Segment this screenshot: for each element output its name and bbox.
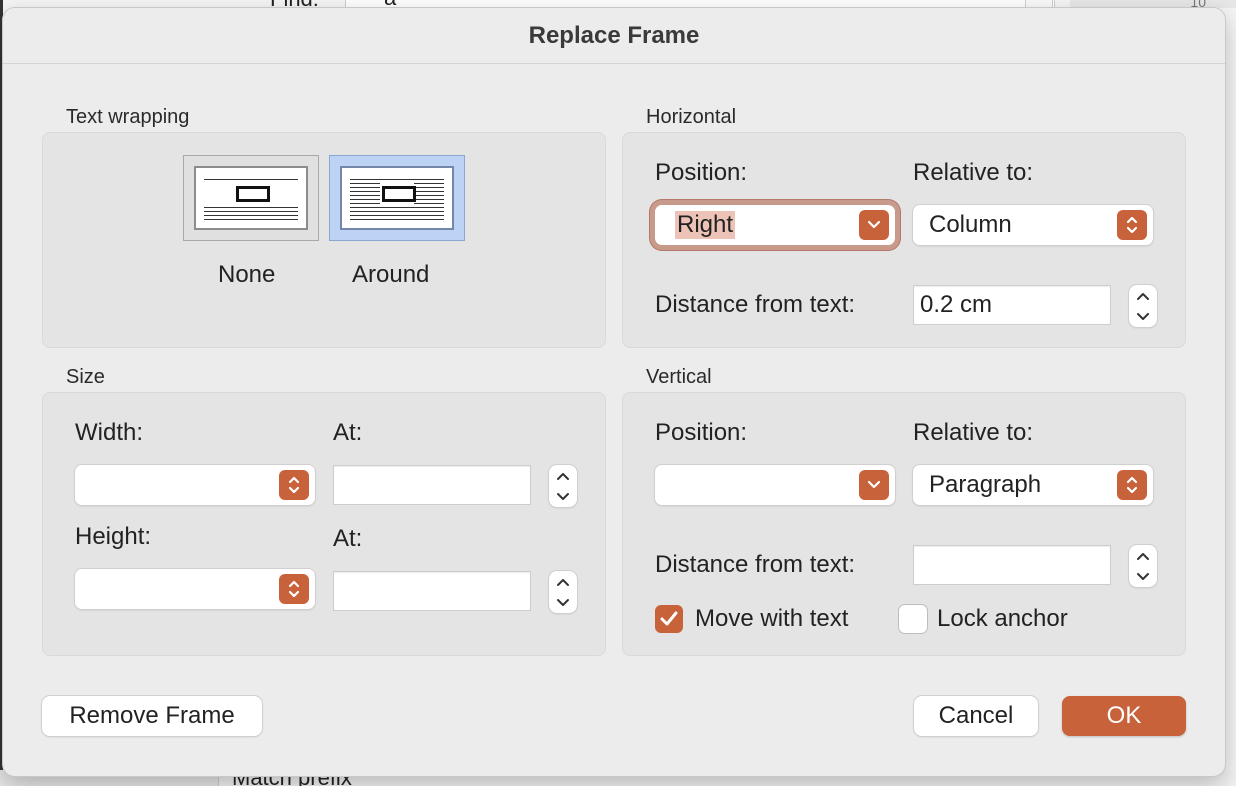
stepper-down-icon[interactable] (549, 486, 577, 507)
height-select[interactable] (75, 569, 315, 609)
chevron-updown-icon (1117, 470, 1147, 500)
horizontal-relative-select[interactable]: Column (913, 205, 1153, 245)
lock-anchor-checkbox[interactable] (899, 605, 927, 633)
horizontal-position-label: Position: (655, 159, 748, 186)
chevron-updown-icon (279, 574, 309, 604)
move-with-text-checkbox[interactable] (655, 605, 683, 633)
stepper-up-icon[interactable] (1129, 545, 1157, 566)
height-at-label: At: (333, 525, 363, 552)
vertical-relative-value: Paragraph (929, 471, 1042, 498)
horizontal-position-select[interactable]: Right (655, 205, 895, 245)
chevron-updown-icon (1117, 210, 1147, 240)
width-select[interactable] (75, 465, 315, 505)
stepper-down-icon[interactable] (1129, 306, 1157, 327)
width-at-label: At: (333, 419, 363, 446)
ok-button[interactable]: OK (1062, 696, 1186, 736)
horizontal-distance-stepper[interactable] (1129, 285, 1157, 327)
vertical-relative-label: Relative to: (913, 419, 1034, 446)
dialog-title: Replace Frame (528, 21, 700, 49)
vertical-relative-select[interactable]: Paragraph (913, 465, 1153, 505)
vertical-group: Position: Relative to: Paragraph Distanc… (622, 392, 1186, 656)
frame-icon (236, 186, 270, 202)
chevron-updown-icon (279, 470, 309, 500)
horizontal-distance-label: Distance from text: (655, 291, 856, 318)
chevron-down-icon (859, 210, 889, 240)
text-wrapping-label: Text wrapping (66, 106, 190, 128)
height-at-input[interactable] (334, 572, 530, 610)
move-with-text-label[interactable]: Move with text (695, 605, 848, 633)
lock-anchor-label[interactable]: Lock anchor (937, 605, 1068, 633)
vertical-distance-label: Distance from text: (655, 551, 856, 578)
vertical-position-select[interactable] (655, 465, 895, 505)
vertical-distance-input[interactable] (914, 546, 1110, 584)
wrap-around-preview (340, 166, 454, 230)
stepper-down-icon[interactable] (1129, 566, 1157, 587)
horizontal-label: Horizontal (646, 106, 737, 128)
height-label: Height: (75, 523, 152, 550)
replace-frame-dialog: Replace Frame Text wrapping None Around … (3, 8, 1225, 776)
width-at-input[interactable] (334, 466, 530, 504)
wrap-none-label: None (218, 261, 276, 288)
frame-icon (382, 186, 416, 202)
remove-frame-button[interactable]: Remove Frame (42, 696, 262, 736)
horizontal-distance-field[interactable] (913, 285, 1111, 325)
vertical-position-label: Position: (655, 419, 748, 446)
wrap-none-preview (194, 166, 308, 230)
dialog-titlebar: Replace Frame (3, 8, 1225, 64)
checkmark-icon (660, 611, 678, 626)
horizontal-relative-value: Column (929, 211, 1012, 238)
width-at-stepper[interactable] (549, 465, 577, 507)
height-at-stepper[interactable] (549, 571, 577, 613)
stepper-up-icon[interactable] (549, 465, 577, 486)
text-wrapping-group: None Around (42, 132, 606, 348)
size-group: Width: At: Height: At: (42, 392, 606, 656)
stepper-up-icon[interactable] (549, 571, 577, 592)
size-label: Size (66, 366, 105, 388)
height-at-field[interactable] (333, 571, 531, 611)
vertical-label: Vertical (646, 366, 712, 388)
cancel-button[interactable]: Cancel (914, 696, 1038, 736)
vertical-distance-field[interactable] (913, 545, 1111, 585)
horizontal-relative-label: Relative to: (913, 159, 1034, 186)
horizontal-group: Position: Relative to: Right Column Dist… (622, 132, 1186, 348)
width-label: Width: (75, 419, 144, 446)
chevron-down-icon (859, 470, 889, 500)
background-ruler (1070, 0, 1236, 8)
wrap-around-button[interactable] (329, 155, 465, 241)
stepper-down-icon[interactable] (549, 592, 577, 613)
horizontal-distance-input[interactable] (914, 286, 1110, 324)
wrap-none-button[interactable] (183, 155, 319, 241)
horizontal-position-value: Right (675, 211, 736, 239)
vertical-distance-stepper[interactable] (1129, 545, 1157, 587)
stepper-up-icon[interactable] (1129, 285, 1157, 306)
wrap-around-label: Around (352, 261, 430, 288)
width-at-field[interactable] (333, 465, 531, 505)
